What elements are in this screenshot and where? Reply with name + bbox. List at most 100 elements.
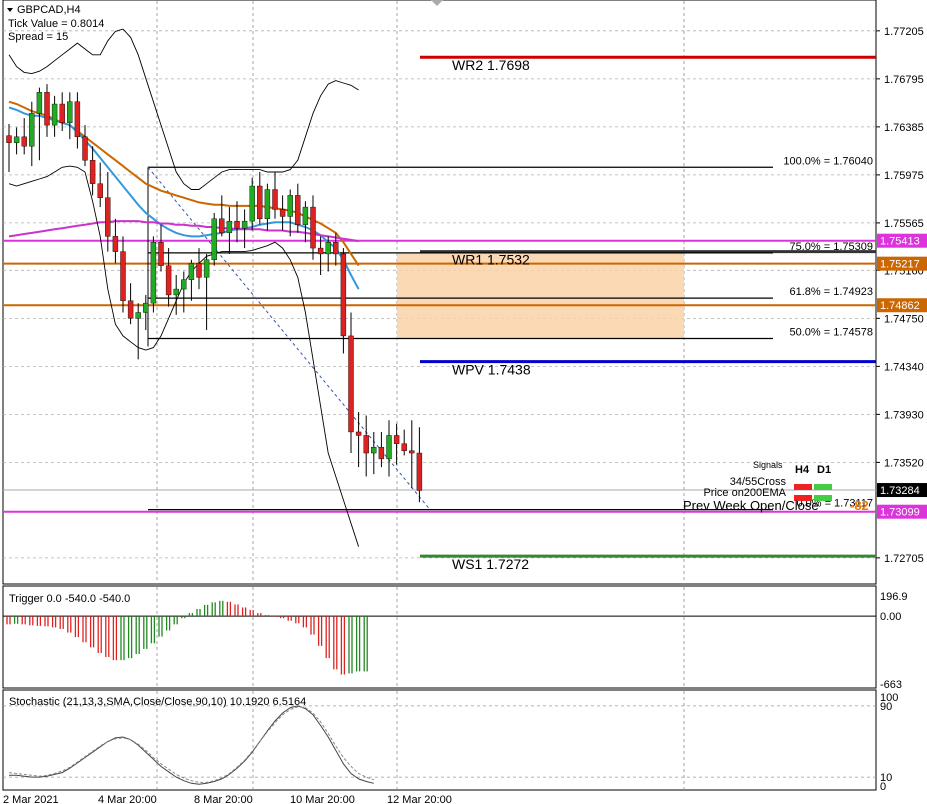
price-marker-label: 1.75217 (880, 259, 920, 271)
candle-body[interactable] (340, 253, 347, 337)
fib-label: 50.0% = 1.74578 (790, 326, 874, 338)
price-tick-label: 1.72705 (884, 553, 924, 565)
candle-body[interactable] (234, 220, 240, 229)
chart-window: WR2 1.7698 WR1 1.7532 WPV 1.7438 WS1 1.7272… (0, 0, 927, 804)
candle-body[interactable] (272, 189, 278, 210)
tick-value-text: Tick Value = 0.8014 (8, 18, 104, 30)
candle-body[interactable] (6, 135, 12, 143)
candle-body[interactable] (13, 136, 20, 143)
candle-body[interactable] (67, 101, 73, 123)
candle-body[interactable] (371, 446, 377, 454)
candle-body[interactable] (44, 92, 50, 126)
time-tick-label: 4 Mar 20:00 (98, 794, 157, 804)
pivot-label-wr2: WR2 1.7698 (452, 57, 530, 73)
candle-body[interactable] (36, 92, 43, 114)
price-tick-label: 1.75565 (884, 218, 924, 230)
trigger-tick-label: 196.9 (880, 591, 908, 603)
candle-body[interactable] (295, 195, 301, 225)
candle-body[interactable] (21, 136, 27, 147)
candle-body[interactable] (51, 103, 58, 126)
fib-zone (397, 252, 684, 339)
signals-title: Signals (753, 460, 783, 470)
candle-body[interactable] (279, 209, 286, 217)
candle-body[interactable] (287, 195, 293, 217)
candle-body[interactable] (181, 279, 187, 290)
trigger-tick-label: -663 (880, 679, 902, 691)
stochastic-title: Stochastic (21,13,3,SMA,Close/Close,90,1… (9, 696, 306, 708)
candle-body[interactable] (127, 300, 134, 319)
candle-body[interactable] (401, 443, 407, 451)
pivot-label-ws1: WS1 1.7272 (452, 556, 529, 572)
candle-body[interactable] (150, 242, 157, 304)
spread-text: Spread = 15 (8, 31, 68, 43)
candle-body[interactable] (112, 236, 119, 252)
candle-body[interactable] (325, 242, 331, 255)
candle-body[interactable] (143, 302, 149, 313)
time-tick-label: 10 Mar 20:00 (290, 794, 355, 804)
signal-cross-h4 (794, 484, 812, 490)
candle-body[interactable] (188, 263, 195, 280)
candle-body[interactable] (203, 259, 210, 278)
price-marker-label: 1.75413 (880, 236, 920, 248)
candle-body[interactable] (219, 218, 225, 234)
stoch-tick-label: 90 (880, 701, 892, 713)
fib-label: 61.8% = 1.74923 (790, 286, 874, 298)
signals-d1-header: D1 (817, 464, 831, 476)
signal-cross-d1 (814, 484, 832, 490)
candle-body[interactable] (29, 113, 35, 147)
candle-body[interactable] (158, 242, 164, 266)
pivot-label-wpv: WPV 1.7438 (452, 362, 531, 378)
candle-body[interactable] (249, 185, 255, 222)
signals-h4-header: H4 (795, 464, 810, 476)
time-tick-label: 12 Mar 20:00 (387, 794, 452, 804)
prev-week-value: -82 (850, 498, 869, 513)
candle-body[interactable] (74, 101, 81, 138)
price-marker-label: 1.74862 (880, 300, 920, 312)
candle-body[interactable] (386, 435, 392, 460)
candle-body[interactable] (165, 265, 172, 296)
candle-body[interactable] (302, 206, 309, 225)
candle-body[interactable] (105, 197, 111, 237)
fib-zone-rect (397, 252, 684, 339)
candle-body[interactable] (409, 450, 415, 454)
candle-body[interactable] (257, 185, 263, 220)
price-tick-label: 1.73930 (884, 409, 924, 421)
price-tick-label: 1.76385 (884, 122, 924, 134)
stoch-tick-label: 0 (880, 781, 886, 793)
fib-label: 100.0% = 1.76040 (783, 155, 873, 167)
trigger-tick-label: 0.00 (880, 611, 901, 623)
candle-body[interactable] (317, 247, 324, 255)
symbol-timeframe: GBPCAD,H4 (17, 4, 81, 16)
candle-body[interactable] (59, 103, 65, 123)
candle-body[interactable] (393, 435, 400, 444)
trigger-title: Trigger 0.0 -540.0 -540.0 (9, 593, 130, 605)
pivot-label-wr1: WR1 1.7532 (452, 252, 530, 268)
price-tick-label: 1.76795 (884, 74, 924, 86)
candle-body[interactable] (241, 220, 248, 229)
candle-body[interactable] (333, 242, 339, 255)
candle-body[interactable] (363, 435, 369, 454)
price-tick-label: 1.77205 (884, 26, 924, 38)
price-marker-label: 1.73099 (880, 507, 920, 519)
candle-body[interactable] (173, 288, 179, 296)
price-marker-label: 1.73284 (880, 485, 920, 497)
candle-body[interactable] (378, 446, 385, 460)
candle-body[interactable] (97, 183, 103, 198)
time-tick-label: 8 Mar 20:00 (194, 794, 253, 804)
candle-body[interactable] (82, 136, 88, 161)
candle-body[interactable] (226, 220, 233, 234)
candle-body[interactable] (211, 218, 217, 260)
candle-body[interactable] (348, 335, 354, 433)
candle-body[interactable] (135, 312, 141, 319)
fib-label: 75.0% = 1.75309 (790, 241, 874, 253)
candle-body[interactable] (89, 160, 96, 184)
candle-body[interactable] (310, 206, 316, 249)
candle-body[interactable] (120, 251, 126, 301)
price-tick-label: 1.74750 (884, 313, 924, 325)
candle-body[interactable] (196, 263, 202, 278)
candle-body[interactable] (416, 452, 423, 491)
prev-week-label: Prev Week Open/Close (683, 498, 819, 513)
price-tick-label: 1.74340 (884, 361, 924, 373)
candle-body[interactable] (264, 189, 271, 220)
candle-body[interactable] (355, 431, 362, 436)
